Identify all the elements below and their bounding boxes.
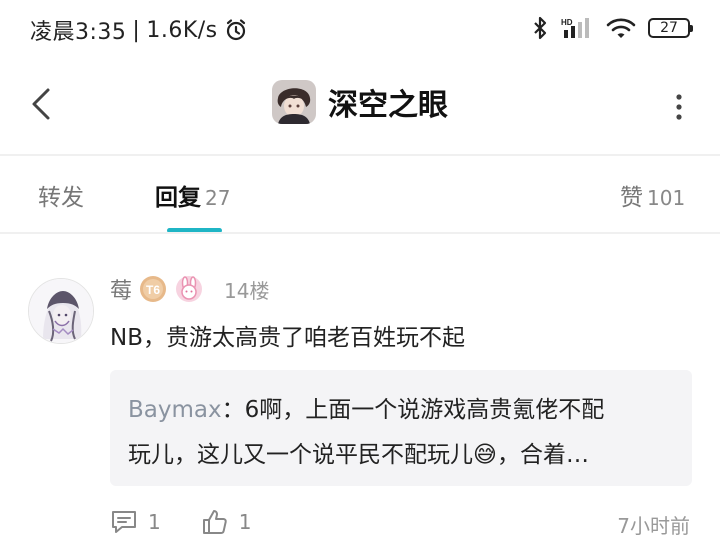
status-separator: | bbox=[132, 17, 141, 43]
tab-repost-label: 转发 bbox=[38, 185, 84, 211]
tab-likes-label: 赞 bbox=[620, 185, 643, 211]
battery-indicator: 27 bbox=[648, 18, 693, 38]
reply-line-1: Baymax：6啊，上面一个说游戏高贵氪佬不配 bbox=[128, 388, 674, 433]
alarm-icon bbox=[226, 19, 245, 41]
comment-icon bbox=[112, 511, 136, 533]
page-title: 深空之眼 bbox=[328, 88, 448, 123]
more-options-icon[interactable] bbox=[674, 92, 684, 122]
tabs-divider bbox=[0, 232, 720, 234]
header-divider bbox=[0, 154, 720, 156]
tab-likes-count: 101 bbox=[647, 186, 686, 210]
game-icon bbox=[272, 80, 316, 124]
reply-count: 1 bbox=[148, 510, 161, 534]
tab-replies[interactable]: 回复 27 bbox=[155, 178, 230, 212]
comment-timestamp: 7小时前 bbox=[617, 514, 690, 538]
wifi-icon bbox=[606, 18, 636, 38]
tab-likes[interactable]: 赞 101 bbox=[620, 178, 685, 212]
nested-reply[interactable]: Baymax：6啊，上面一个说游戏高贵氪佬不配 玩儿，这儿又一个说平民不配玩儿😅… bbox=[110, 370, 692, 486]
username[interactable]: 莓 bbox=[110, 273, 132, 305]
status-bar-right: HD 27 bbox=[532, 16, 693, 40]
header-title-group: 深空之眼 bbox=[0, 80, 720, 124]
avatar[interactable] bbox=[28, 278, 94, 344]
reply-button[interactable]: 1 bbox=[110, 509, 161, 535]
reply-text-line2: 玩儿，这儿又一个说平民不配玩儿 bbox=[128, 442, 473, 468]
bluetooth-icon bbox=[534, 16, 547, 40]
tab-replies-count: 27 bbox=[205, 186, 231, 210]
level-badge-icon: T6 bbox=[140, 276, 167, 302]
thumbs-up-icon bbox=[202, 510, 227, 534]
reply-separator: ： bbox=[221, 397, 245, 423]
network-speed: 1.6K/s bbox=[146, 17, 218, 43]
reply-author[interactable]: Baymax bbox=[128, 397, 222, 423]
reply-text-line1: 6啊，上面一个说游戏高贵氪佬不配 bbox=[244, 397, 605, 423]
comment-actions: 1 1 bbox=[110, 508, 291, 536]
comment-text: NB，贵游太高贵了咱老百姓玩不起 bbox=[110, 325, 465, 351]
status-bar-left: 凌晨3:35 | 1.6K/s bbox=[30, 14, 248, 46]
tab-repost[interactable]: 转发 bbox=[38, 178, 84, 212]
sweat-smile-emoji-icon: 😅 bbox=[473, 442, 497, 468]
like-button[interactable]: 1 bbox=[201, 508, 252, 536]
network-type-label: HD bbox=[561, 18, 573, 27]
status-time: 凌晨3:35 bbox=[30, 20, 127, 45]
reply-line-2: 玩儿，这儿又一个说平民不配玩儿😅，合着… bbox=[128, 433, 674, 478]
tab-replies-label: 回复 bbox=[155, 185, 201, 211]
floor-number: 14楼 bbox=[224, 278, 270, 303]
level-badge-text: T6 bbox=[146, 283, 160, 297]
reply-text-line2-end: ，合着… bbox=[496, 442, 589, 468]
comment-meta: 莓 T6 14楼 bbox=[110, 273, 269, 305]
signal-icon: HD bbox=[561, 18, 589, 38]
bunny-badge-icon bbox=[176, 276, 203, 302]
like-count: 1 bbox=[238, 510, 252, 534]
